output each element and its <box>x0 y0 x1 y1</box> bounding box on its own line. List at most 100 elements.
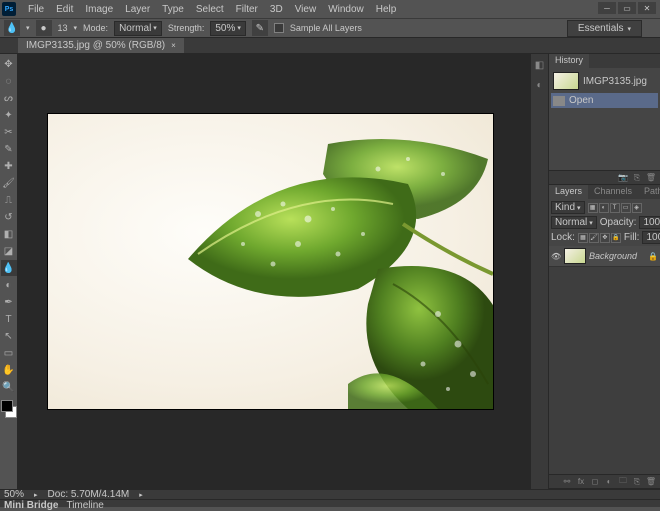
menu-file[interactable]: File <box>22 2 50 17</box>
brush-tool[interactable]: 🖌 <box>1 175 17 191</box>
airbrush-icon[interactable]: ✎ <box>252 20 268 36</box>
strength-label: Strength: <box>168 23 205 33</box>
filter-adjust-icon[interactable]: ◐ <box>599 203 609 213</box>
adjustment-layer-icon[interactable]: ◐ <box>604 477 614 487</box>
menu-filter[interactable]: Filter <box>230 2 264 17</box>
new-document-icon[interactable]: ⎘ <box>632 173 642 183</box>
chevron-right-icon[interactable]: ▸ <box>34 491 38 499</box>
lock-paint-icon[interactable]: 🖌 <box>589 233 599 243</box>
history-step-label: Open <box>569 95 593 106</box>
workspace-switcher[interactable]: Essentials ▾ <box>567 20 642 37</box>
chevron-right-icon[interactable]: ▸ <box>139 491 143 499</box>
trash-icon[interactable]: 🗑 <box>646 173 656 183</box>
menu-type[interactable]: Type <box>156 2 190 17</box>
zoom-level[interactable]: 50% <box>4 489 24 500</box>
healing-tool[interactable]: ✚ <box>1 158 17 174</box>
document-info[interactable]: Doc: 5.70M/4.14M <box>48 489 130 500</box>
gradient-tool[interactable]: ◪ <box>1 243 17 259</box>
tab-layers[interactable]: Layers <box>549 185 588 199</box>
chevron-down-icon: ▾ <box>237 24 241 32</box>
link-layers-icon[interactable]: ⚯ <box>562 477 572 487</box>
foreground-color[interactable] <box>1 400 13 412</box>
sample-all-checkbox[interactable] <box>274 23 284 33</box>
menu-image[interactable]: Image <box>79 2 119 17</box>
close-button[interactable]: ✕ <box>638 2 656 14</box>
tab-mini-bridge[interactable]: Mini Bridge <box>4 500 58 511</box>
visibility-icon[interactable]: 👁 <box>551 252 561 261</box>
chevron-down-icon: ▾ <box>153 24 157 32</box>
window-controls: ─ ▭ ✕ <box>598 2 656 14</box>
shape-tool[interactable]: ▭ <box>1 345 17 361</box>
document-tab[interactable]: IMGP3135.jpg @ 50% (RGB/8) × <box>18 38 184 53</box>
blend-mode-select[interactable]: Normal▾ <box>551 216 597 229</box>
menu-help[interactable]: Help <box>370 2 403 17</box>
document-canvas[interactable] <box>48 114 493 409</box>
kind-label: Kind <box>555 202 575 213</box>
filter-shape-icon[interactable]: ▭ <box>621 203 631 213</box>
new-snapshot-icon[interactable]: 📷 <box>618 173 628 183</box>
strength-value: 50% <box>215 23 235 34</box>
type-tool[interactable]: T <box>1 311 17 327</box>
history-snapshot-row[interactable]: IMGP3135.jpg <box>551 70 658 92</box>
swatches-panel-icon[interactable]: ◧ <box>533 58 547 72</box>
eraser-tool[interactable]: ◧ <box>1 226 17 242</box>
path-tool[interactable]: ↖ <box>1 328 17 344</box>
hand-tool[interactable]: ✋ <box>1 362 17 378</box>
layer-filter-select[interactable]: Kind▾ <box>551 201 585 214</box>
blur-tool[interactable]: 💧 <box>1 260 17 276</box>
stamp-tool[interactable]: ⎍ <box>1 192 17 208</box>
maximize-button[interactable]: ▭ <box>618 2 636 14</box>
canvas-area[interactable] <box>18 54 530 489</box>
menu-select[interactable]: Select <box>190 2 230 17</box>
options-bar: 💧 ▾ ● 13 ▾ Mode: Normal▾ Strength: 50%▾ … <box>0 18 660 38</box>
tab-channels[interactable]: Channels <box>588 185 638 199</box>
layer-name-label: Background <box>589 251 637 261</box>
adjustments-panel-icon[interactable]: ◐ <box>533 78 547 92</box>
new-layer-icon[interactable]: ⎘ <box>632 477 642 487</box>
lock-transparency-icon[interactable]: ▦ <box>578 233 588 243</box>
brush-preset-icon[interactable]: ● <box>36 20 52 36</box>
lasso-tool[interactable]: ᔕ <box>1 90 17 106</box>
history-step[interactable]: Open <box>551 93 658 108</box>
filter-smart-icon[interactable]: ◈ <box>632 203 642 213</box>
marquee-tool[interactable]: ◌ <box>1 73 17 89</box>
crop-tool[interactable]: ✂ <box>1 124 17 140</box>
menu-view[interactable]: View <box>289 2 323 17</box>
dodge-tool[interactable]: ◐ <box>1 277 17 293</box>
move-tool[interactable]: ✥ <box>1 56 17 72</box>
history-brush-tool[interactable]: ↺ <box>1 209 17 225</box>
menu-3d[interactable]: 3D <box>264 2 289 17</box>
lock-icon: 🔒 <box>648 252 658 261</box>
tab-paths[interactable]: Paths <box>638 185 660 199</box>
menu-bar: Ps File Edit Image Layer Type Select Fil… <box>0 0 660 18</box>
group-icon[interactable]: 🗀 <box>618 477 628 487</box>
chevron-down-icon[interactable]: ▾ <box>26 24 30 32</box>
layer-style-icon[interactable]: fx <box>576 477 586 487</box>
mode-select[interactable]: Normal▾ <box>114 21 162 36</box>
menu-window[interactable]: Window <box>322 2 370 17</box>
layer-mask-icon[interactable]: ◻ <box>590 477 600 487</box>
menu-edit[interactable]: Edit <box>50 2 79 17</box>
strength-select[interactable]: 50%▾ <box>210 21 246 36</box>
tool-preset-icon[interactable]: 💧 <box>4 20 20 36</box>
filter-pixel-icon[interactable]: ▦ <box>588 203 598 213</box>
opacity-input[interactable]: 100% <box>639 216 660 229</box>
app-logo: Ps <box>2 2 16 16</box>
menu-layer[interactable]: Layer <box>119 2 156 17</box>
color-swatches[interactable] <box>1 400 17 418</box>
eyedropper-tool[interactable]: ✎ <box>1 141 17 157</box>
close-icon[interactable]: × <box>171 41 176 50</box>
trash-icon[interactable]: 🗑 <box>646 477 656 487</box>
zoom-tool[interactable]: 🔍 <box>1 379 17 395</box>
magic-wand-tool[interactable]: ✦ <box>1 107 17 123</box>
minimize-button[interactable]: ─ <box>598 2 616 14</box>
lock-all-icon[interactable]: 🔒 <box>611 233 621 243</box>
filter-type-icon[interactable]: T <box>610 203 620 213</box>
tab-history[interactable]: History <box>549 54 589 68</box>
fill-input[interactable]: 100% <box>642 231 660 244</box>
pen-tool[interactable]: ✒ <box>1 294 17 310</box>
chevron-down-icon[interactable]: ▾ <box>74 24 78 32</box>
tab-timeline[interactable]: Timeline <box>66 500 103 511</box>
layer-row[interactable]: 👁 Background 🔒 <box>549 246 660 267</box>
lock-position-icon[interactable]: ✥ <box>600 233 610 243</box>
